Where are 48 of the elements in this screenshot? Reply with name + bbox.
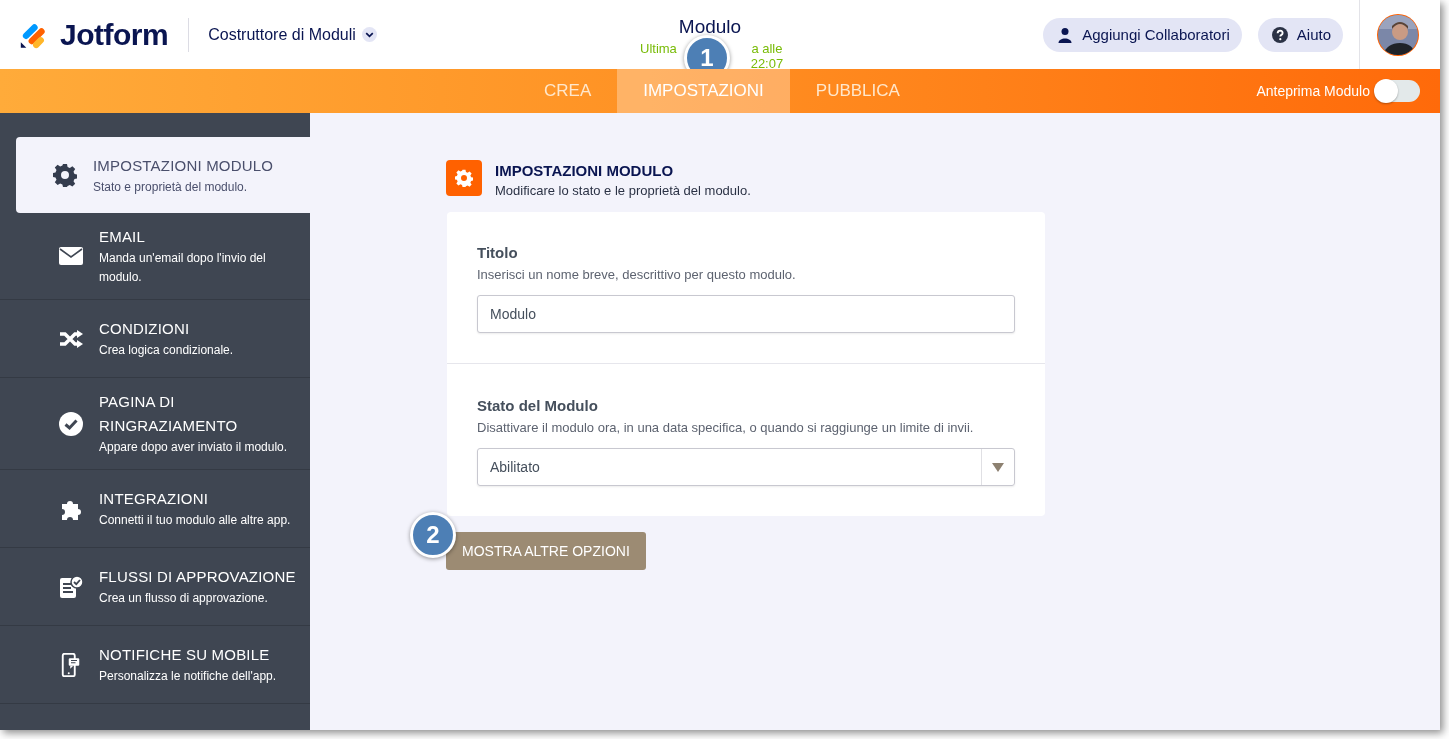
sidebar-item-title: PAGINA DI RINGRAZIAMENTO (99, 392, 239, 436)
sidebar-item-title: INTEGRAZIONI (99, 489, 210, 509)
help-button[interactable]: Aiuto (1257, 17, 1343, 52)
builder-menu[interactable]: Costruttore di Moduli (208, 25, 377, 44)
sidebar-item-title: EMAIL (99, 227, 146, 247)
sidebar-item-subtitle: Manda un'email dopo l'invio del modulo. (99, 250, 267, 286)
sidebar-item-subtitle: Crea un flusso di approvazione. (99, 590, 269, 607)
saved-note: Ultima (640, 41, 677, 58)
preview-label: Anteprima Modulo (1256, 83, 1370, 99)
section-title: IMPOSTAZIONI MODULO (495, 162, 675, 179)
form-title: Modulo (677, 16, 743, 38)
sidebar-item-title: NOTIFICHE SU MOBILE (99, 645, 271, 665)
sidebar-item-title: FLUSSI DI APPROVAZIONE (99, 567, 297, 587)
sidebar-item-title: CONDIZIONI (99, 319, 191, 339)
help-icon (1271, 26, 1288, 43)
preview-toggle[interactable] (1376, 80, 1420, 102)
product-name: Jotform (60, 17, 169, 52)
field-label: Stato del Modulo (477, 397, 599, 414)
sidebar-item[interactable]: CONDIZIONI Crea logica condizionale. (0, 300, 310, 378)
sidebar-item-subtitle: Crea logica condizionale. (99, 342, 235, 359)
field-help: Disattivare il modulo ora, in una data specifica, o quando si raggiunge un limite di invii. (477, 420, 975, 435)
check-circle-icon (59, 411, 83, 436)
sidebar-item[interactable]: FLUSSI DI APPROVAZIONE Crea un flusso di approvazione. (0, 548, 310, 626)
field-help: Inserisci un nome breve, descrittivo per questo modulo. (477, 267, 797, 282)
sidebar-item-subtitle: Personalizza le notifiche dell'app. (99, 668, 278, 685)
mail-icon (59, 244, 83, 268)
sidebar-item[interactable]: NOTIFICHE SU MOBILE Personalizza le notifiche dell'app. (0, 626, 310, 704)
approval-icon (59, 574, 83, 599)
dropdown-arrow-icon (992, 462, 1004, 472)
collaborators-button[interactable]: Aggiungi Collaboratori (1043, 17, 1242, 52)
sidebar-item-subtitle: Stato e proprietà del modulo. (93, 178, 249, 196)
sidebar-item-subtitle: Connetti il tuo modulo alle altre app. (99, 512, 292, 529)
gear-icon (446, 160, 482, 196)
sidebar-item-subtitle: Appare dopo aver inviato il modulo. (99, 439, 289, 456)
title-input[interactable]: Modulo (477, 295, 1015, 333)
sidebar-item-title: IMPOSTAZIONI MODULO (93, 155, 275, 176)
sidebar-item[interactable]: INTEGRAZIONI Connetti il tuo modulo alle altre app. (0, 470, 310, 548)
chevron-down-icon (361, 27, 377, 42)
field-label: Titolo (477, 244, 519, 261)
status-dropdown[interactable]: Abilitato (477, 448, 1015, 486)
sidebar-item[interactable]: PAGINA DI RINGRAZIAMENTO Appare dopo aver inviato il modulo. (0, 378, 310, 470)
sidebar-item[interactable]: IMPOSTAZIONI MODULO Stato e proprietà del modulo. (16, 137, 310, 213)
section-subtitle: Modificare lo stato e le proprietà del modulo. (495, 183, 751, 198)
gear-icon (53, 163, 77, 187)
sidebar-item[interactable]: EMAIL Manda un'email dopo l'invio del modulo. (0, 213, 310, 300)
callout-badge: 2 (410, 512, 456, 558)
saved-note: a alle 22:07 (749, 41, 785, 71)
person-icon (1057, 26, 1074, 43)
